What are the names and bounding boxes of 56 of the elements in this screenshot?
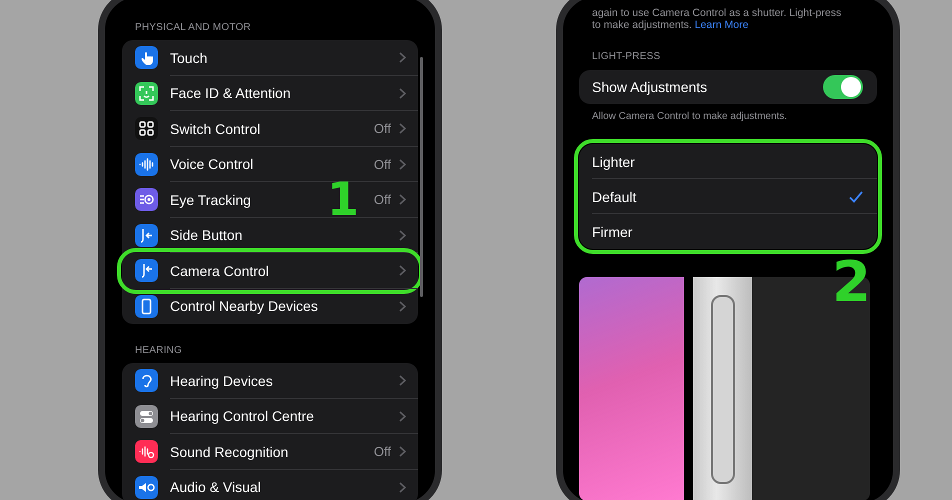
row-value: Off (374, 192, 391, 208)
settings-row[interactable]: Hearing Devices (122, 363, 418, 398)
row-label: Touch (170, 50, 208, 66)
row-label: Hearing Control Centre (170, 408, 315, 424)
section-header: HEARING (134, 344, 183, 358)
row-label: Show Adjustments (592, 79, 708, 95)
chevron-icon (399, 230, 406, 241)
chevron-icon (399, 410, 406, 422)
option-row[interactable]: Firmer (579, 214, 877, 249)
row-label: Face ID & Attention (170, 85, 292, 102)
option-label: Firmer (592, 224, 634, 240)
row-value: Off (374, 444, 391, 460)
row-label: Switch Control (170, 120, 262, 137)
settings-row[interactable]: Side Button (122, 218, 418, 253)
learn-more-link[interactable]: Learn More (694, 19, 748, 31)
row-label: Sound Recognition (170, 444, 290, 460)
row-label: Control Nearby Devices (170, 298, 319, 314)
settings-row[interactable]: Switch Control Off (122, 111, 418, 146)
chevron-icon (399, 158, 406, 170)
option-row[interactable]: Default (579, 179, 877, 214)
chevron-icon (399, 123, 406, 134)
section-header: PHYSICAL AND MOTOR (134, 21, 252, 35)
chevron-icon (399, 52, 406, 64)
row-value: Off (374, 156, 391, 172)
settings-row[interactable]: Control Nearby Devices (122, 288, 418, 324)
option-row[interactable]: Lighter (579, 144, 877, 179)
option-label: Lighter (592, 154, 636, 170)
settings-row[interactable]: Eye Tracking 1 Off (122, 182, 418, 218)
annotation-number: 2 (832, 255, 871, 311)
settings-row[interactable]: Voice Control Off (122, 146, 418, 182)
annotation-number: 1 (327, 182, 360, 218)
toggle-switch[interactable] (823, 75, 863, 99)
settings-row[interactable]: Touch (122, 40, 418, 76)
row-label: Side Button (170, 227, 244, 244)
section-header: LIGHT-PRESS (591, 51, 662, 63)
option-label: Default (592, 188, 638, 204)
description-text: again to use Camera Control as a shutter. Light-press to make adjustments. Learn More (591, 7, 842, 31)
row-label: Eye Tracking (170, 192, 252, 208)
chevron-icon (399, 446, 406, 458)
settings-row[interactable]: Face ID & Attention (122, 76, 418, 111)
settings-row[interactable]: Hearing Control Centre (122, 398, 418, 434)
chevron-icon (399, 88, 406, 99)
row-label: Audio & Visual (170, 479, 262, 496)
footer-text: Allow Camera Control to make adjustments. (591, 111, 788, 123)
chevron-icon (399, 265, 406, 276)
chevron-icon (399, 194, 406, 206)
chevron-icon (399, 482, 406, 493)
row-label: Camera Control (170, 262, 270, 279)
row-value: Off (374, 121, 391, 136)
chevron-icon (399, 375, 406, 386)
row-label: Hearing Devices (170, 372, 274, 389)
settings-row[interactable]: Audio & Visual (122, 470, 418, 500)
settings-row[interactable]: Camera Control (122, 253, 418, 288)
settings-row[interactable]: Sound Recognition Off (122, 434, 418, 470)
chevron-icon (399, 300, 406, 312)
row-label: Voice Control (170, 156, 254, 172)
